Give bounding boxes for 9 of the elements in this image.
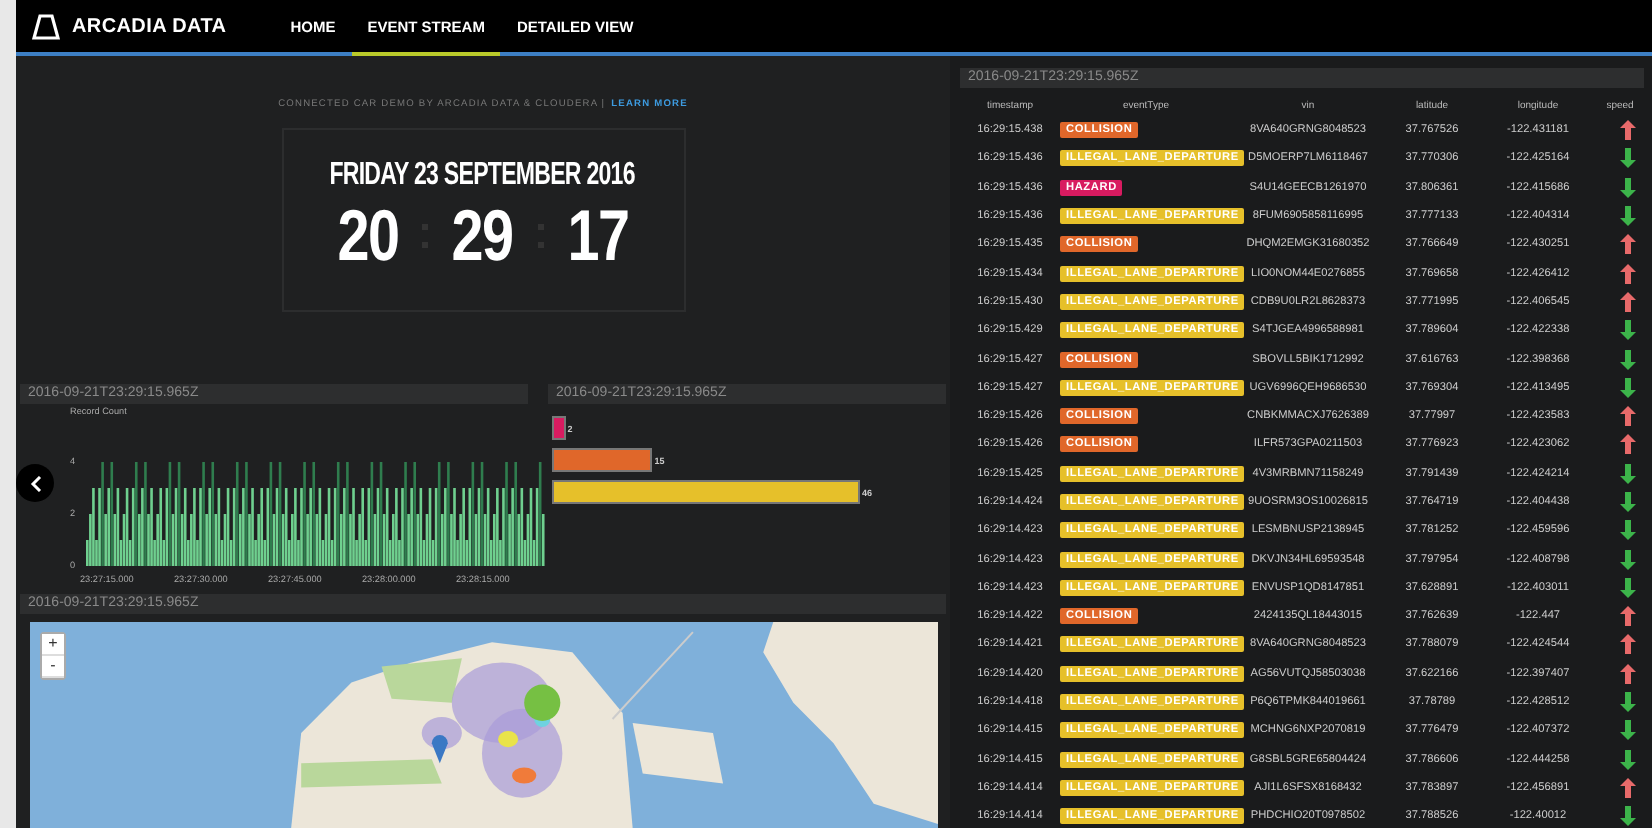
clock-date: FRIDAY 23 SEPTEMBER 2016 [330,158,636,194]
back-button[interactable] [16,464,54,502]
clock-seconds: 17 [566,194,628,278]
chevron-left-icon [29,475,41,491]
logo-icon [32,13,60,39]
clock-hours: 20 [338,194,400,278]
clock-minutes: 29 [452,194,514,278]
zoom-in-button[interactable]: + [42,634,64,656]
brand-name: ARCADIA DATA [72,15,227,37]
